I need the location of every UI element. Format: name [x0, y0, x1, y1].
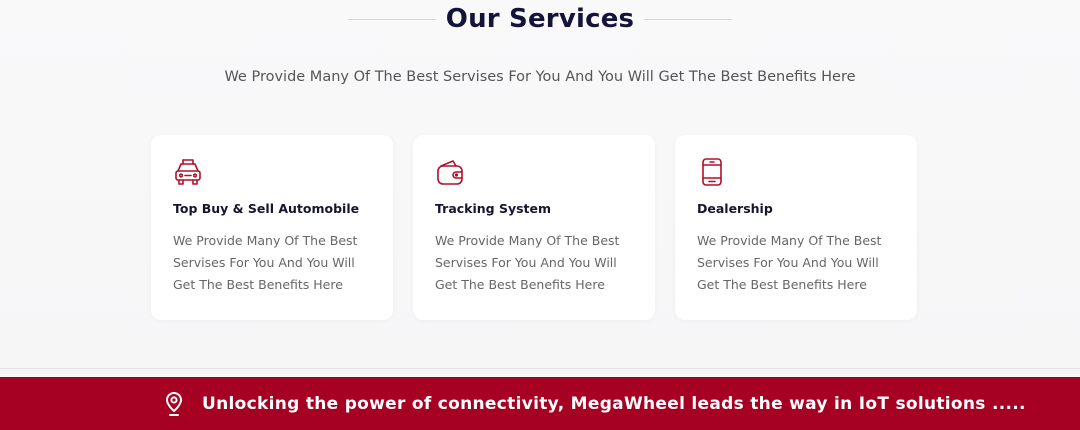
section-header: Our Services: [0, 0, 1080, 38]
car-icon: [175, 159, 201, 185]
announcement-banner: Unlocking the power of connectivity, Meg…: [0, 377, 1080, 430]
location-pin-icon: [166, 391, 182, 416]
service-card-title: Tracking System: [435, 201, 552, 216]
title-divider-right: [644, 18, 733, 20]
wallet-icon: [437, 160, 463, 185]
title-divider-left: [347, 18, 436, 20]
service-card-description: We Provide Many Of The Best Servises For…: [697, 233, 882, 292]
banner-text: Unlocking the power of connectivity, Meg…: [202, 393, 1026, 414]
service-card-description: We Provide Many Of The Best Servises For…: [173, 233, 358, 292]
service-card-dealership[interactable]: Dealership We Provide Many Of The Best S…: [675, 135, 917, 320]
section-subtitle: We Provide Many Of The Best Servises For…: [224, 69, 856, 85]
banner-content: Unlocking the power of connectivity, Meg…: [164, 377, 1026, 430]
service-card-title: Top Buy & Sell Automobile: [173, 201, 360, 216]
services-section: Our Services We Provide Many Of The Best…: [0, 0, 1080, 376]
phone-icon: [702, 158, 722, 186]
service-card-description: We Provide Many Of The Best Servises For…: [435, 233, 620, 292]
section-divider: [0, 368, 1080, 369]
service-card-tracking[interactable]: Tracking System We Provide Many Of The B…: [413, 135, 655, 320]
service-cards: Top Buy & Sell Automobile We Provide Man…: [151, 135, 917, 320]
service-card-buy-sell[interactable]: Top Buy & Sell Automobile We Provide Man…: [151, 135, 393, 320]
section-title: Our Services: [445, 4, 635, 34]
service-card-title: Dealership: [697, 201, 773, 216]
